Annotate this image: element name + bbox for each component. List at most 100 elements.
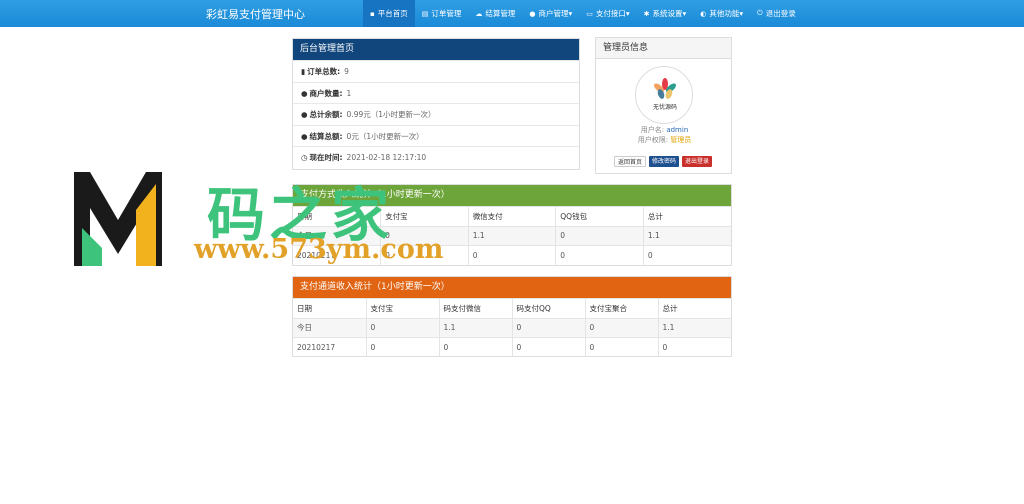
clock-icon: ◷ [301,153,308,162]
table-cell: 20210217 [293,245,381,265]
nav-item-7[interactable]: ⏻ 退出登录 [750,0,803,27]
card-icon: ▭ [586,9,593,18]
payment-type-table: 日期 支付宝 微信支付 QQ钱包 总计 今日 0 1.1 0 1.1 20210217 0 0 0 0 [293,206,731,265]
overview-row-label: 现在时间: [309,153,343,162]
table-cell: 0 [657,337,731,357]
table-header-row: 日期 支付宝 码支付微信 码支付QQ 支付宝聚合 总计 [293,298,731,318]
table-header-cell: 总计 [642,206,731,226]
avatar: 无忧源码 [635,66,693,124]
table-cell: 1.1 [438,317,512,338]
cloud-icon: ☁ [475,9,483,18]
payment-type-stats-title: 支付方式收入统计（1小时更新一次） [293,185,731,206]
nav-item-label: 支付接口▾ [595,9,630,18]
role-label: 用户权限: [637,136,669,144]
table-header-cell: 日期 [293,206,381,226]
table-cell: 0 [511,337,585,357]
nav-item-3[interactable]: ● 商户管理▾ [522,0,579,27]
drop-icon: ● [301,88,308,98]
role-value: 管理员 [670,136,692,144]
table-cell: 0 [365,337,439,357]
table-header-cell: 日期 [293,298,366,318]
nav-item-label: 订单管理 [431,9,462,18]
payment-channel-stats-panel: 支付通道收入统计（1小时更新一次） 日期 支付宝 码支付微信 码支付QQ 支付宝聚合 总计… [292,276,732,357]
table-cell: 1.1 [642,225,731,246]
admin-actions: 返回首页 修改密码 退出登录 [614,156,713,167]
back-home-button[interactable]: 返回首页 [614,156,647,167]
nav-item-label: 系统设置▾ [652,9,687,18]
nav-item-label: 商户管理▾ [538,9,573,18]
nav-item-4[interactable]: ▭ 支付接口▾ [579,0,636,27]
table-header-cell: QQ钱包 [555,206,644,226]
table-row: 今日 0 1.1 0 0 1.1 [293,317,731,338]
nav-item-0[interactable]: ▪ 平台首页 [363,0,415,27]
table-cell: 0 [584,317,658,338]
avatar-text: 无忧源码 [652,104,677,111]
table-cell: 0 [467,245,556,265]
table-cell: 今日 [293,225,381,246]
table-cell: 0 [511,317,585,338]
table-cell: 20210217 [293,337,366,357]
user-icon: ● [529,9,536,18]
username-label: 用户名: [640,126,665,134]
top-navbar: 彩虹易支付管理中心 ▪ 平台首页 ▤ 订单管理 ☁ 结算管理 ● 商户管理▾ ▭ 支付接口▾ ✱ 系统… [0,0,1024,27]
table-header-cell: 码支付微信 [438,298,512,318]
table-header-cell: 支付宝聚合 [584,298,658,318]
nav-item-label: 结算管理 [485,9,516,18]
payment-type-stats-panel: 支付方式收入统计（1小时更新一次） 日期 支付宝 微信支付 QQ钱包 总计 今日 0 1.1 0… [292,184,732,266]
table-header-cell: 支付宝 [365,298,439,318]
brand-title[interactable]: 彩虹易支付管理中心 [206,6,305,22]
nav-item-label: 其他功能▾ [709,9,744,18]
overview-panel: 后台管理首页 ▮ 订单总数: 9 ● 商户数量: 1 ● 总计余额: 0.99元（1小时更新一次… [292,38,580,170]
nav-item-label: 平台首页 [377,9,408,18]
globe-icon: ◐ [700,9,707,18]
overview-title: 后台管理首页 [293,39,579,60]
logout-button[interactable]: 退出登录 [682,156,713,167]
main-nav: ▪ 平台首页 ▤ 订单管理 ☁ 结算管理 ● 商户管理▾ ▭ 支付接口▾ ✱ 系统设置▾ ◐ 其他功能▾ ⏻… [363,0,803,27]
overview-row: ● 结算总额: 0元（1小时更新一次） [293,124,579,147]
nav-item-label: 退出登录 [765,9,796,18]
m-logo-icon [74,172,162,266]
drop-icon: ● [301,110,308,119]
table-cell: 1.1 [467,225,556,246]
nav-item-6[interactable]: ◐ 其他功能▾ [693,0,750,27]
table-cell: 0 [555,245,644,265]
table-cell: 0 [584,337,658,357]
payment-channel-stats-title: 支付通道收入统计（1小时更新一次） [293,277,731,298]
table-cell: 1.1 [657,317,731,338]
overview-row: ● 总计余额: 0.99元（1小时更新一次） [293,103,579,125]
list-icon: ▤ [421,9,429,18]
overview-row: ● 商户数量: 1 [293,81,579,104]
payment-channel-table: 日期 支付宝 码支付微信 码支付QQ 支付宝聚合 总计 今日 0 1.1 0 0 1.1 2021021… [293,298,731,357]
table-cell: 0 [365,317,439,338]
table-header-cell: 支付宝 [380,206,469,226]
table-header-row: 日期 支付宝 微信支付 QQ钱包 总计 [293,206,731,226]
nav-item-2[interactable]: ☁ 结算管理 [468,0,522,27]
table-row: 20210217 0 0 0 0 0 [293,337,731,357]
username-value: admin [666,126,689,134]
admin-info-title: 管理员信息 [596,38,731,59]
overview-row-value: 0.99元（1小时更新一次） [346,110,436,119]
username-line: 用户名: admin [596,125,733,135]
overview-row-value: 9 [344,67,349,76]
change-password-button[interactable]: 修改密码 [649,156,680,167]
overview-row-label: 订单总数: [307,67,341,76]
table-header-cell: 码支付QQ [511,298,585,318]
nav-item-5[interactable]: ✱ 系统设置▾ [637,0,694,27]
table-cell: 0 [642,245,731,265]
nav-item-1[interactable]: ▤ 订单管理 [415,0,469,27]
overview-row: ▮ 订单总数: 9 [293,60,579,82]
power-icon: ⏻ [757,9,763,17]
overview-row-label: 总计余额: [309,110,343,119]
table-cell: 0 [380,225,469,246]
table-cell: 0 [438,337,512,357]
gear-icon: ✱ [643,9,650,18]
overview-row-value: 2021-02-18 12:17:10 [346,153,427,162]
table-row: 20210217 0 0 0 0 [293,245,731,265]
table-cell: 0 [555,225,644,246]
role-line: 用户权限: 管理员 [596,135,733,145]
bar-chart-icon: ▮ [301,67,306,76]
table-cell: 0 [380,245,469,265]
table-header-cell: 微信支付 [467,206,556,226]
table-cell: 今日 [293,317,366,338]
table-row: 今日 0 1.1 0 1.1 [293,225,731,246]
